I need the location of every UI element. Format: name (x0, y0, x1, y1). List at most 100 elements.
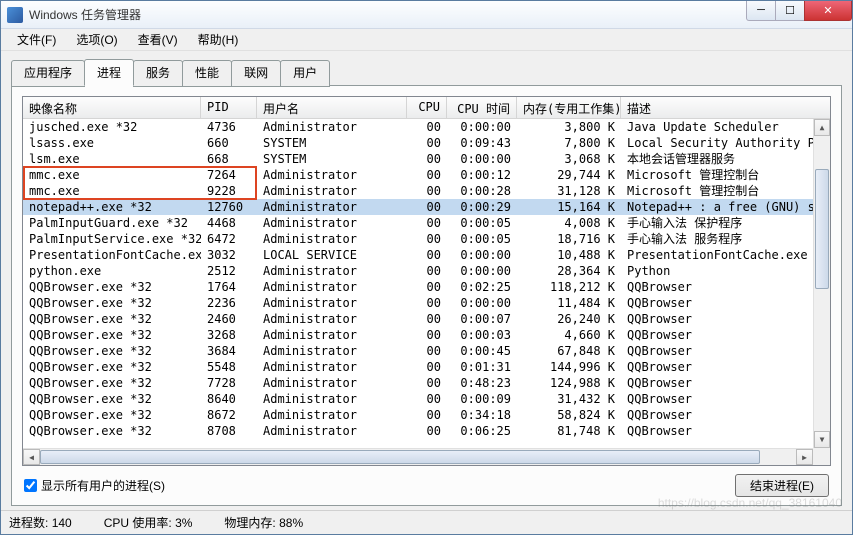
tab-services[interactable]: 服务 (133, 60, 183, 87)
cell: 手心输入法 服务程序 (621, 231, 830, 247)
cell: 4736 (201, 119, 257, 135)
show-all-users-checkbox[interactable]: 显示所有用户的进程(S) (24, 477, 165, 494)
scroll-track-horizontal[interactable] (40, 449, 796, 465)
cell: QQBrowser.exe *32 (23, 391, 201, 407)
cell: Administrator (257, 167, 407, 183)
col-description[interactable]: 描述 (621, 97, 830, 118)
col-memory[interactable]: 内存(专用工作集) (517, 97, 621, 118)
cell: 00 (407, 423, 447, 439)
menu-file[interactable]: 文件(F) (9, 29, 64, 50)
cell: Administrator (257, 279, 407, 295)
cell: 29,744 K (517, 167, 621, 183)
cell: QQBrowser.exe *32 (23, 311, 201, 327)
table-row[interactable]: QQBrowser.exe *328708Administrator000:06… (23, 423, 830, 439)
cell: 本地会话管理器服务 (621, 151, 830, 167)
col-image-name[interactable]: 映像名称 (23, 97, 201, 118)
table-row[interactable]: PresentationFontCache.exe3032LOCAL SERVI… (23, 247, 830, 263)
col-user[interactable]: 用户名 (257, 97, 407, 118)
table-row[interactable]: QQBrowser.exe *323268Administrator000:00… (23, 327, 830, 343)
cell: 00 (407, 327, 447, 343)
table-row[interactable]: python.exe2512Administrator000:00:0028,3… (23, 263, 830, 279)
content-area: 应用程序 进程 服务 性能 联网 用户 映像名称 PID 用户名 CPU CPU… (1, 51, 852, 510)
table-row[interactable]: QQBrowser.exe *323684Administrator000:00… (23, 343, 830, 359)
cell: 15,164 K (517, 199, 621, 215)
cell: python.exe (23, 263, 201, 279)
table-row[interactable]: QQBrowser.exe *328672Administrator000:34… (23, 407, 830, 423)
table-row[interactable]: lsass.exe660SYSTEM000:09:437,800 KLocal … (23, 135, 830, 151)
tab-processes[interactable]: 进程 (84, 59, 134, 86)
table-body[interactable]: jusched.exe *324736Administrator000:00:0… (23, 119, 830, 448)
cell: QQBrowser.exe *32 (23, 359, 201, 375)
cell: Notepad++ : a free (GNU) sou (621, 199, 830, 215)
cell: QQBrowser.exe *32 (23, 279, 201, 295)
cell: Administrator (257, 295, 407, 311)
table-row[interactable]: notepad++.exe *3212760Administrator000:0… (23, 199, 830, 215)
table-row[interactable]: mmc.exe9228Administrator000:00:2831,128 … (23, 183, 830, 199)
menu-help[interactable]: 帮助(H) (190, 29, 247, 50)
cell: 67,848 K (517, 343, 621, 359)
vertical-scrollbar[interactable]: ▲ ▼ (813, 119, 830, 448)
menu-view[interactable]: 查看(V) (130, 29, 186, 50)
table-row[interactable]: PalmInputGuard.exe *324468Administrator0… (23, 215, 830, 231)
cell: PalmInputGuard.exe *32 (23, 215, 201, 231)
cell: QQBrowser (621, 343, 830, 359)
table-row[interactable]: mmc.exe7264Administrator000:00:1229,744 … (23, 167, 830, 183)
table-row[interactable]: lsm.exe668SYSTEM000:00:003,068 K本地会话管理器服… (23, 151, 830, 167)
table-row[interactable]: QQBrowser.exe *322236Administrator000:00… (23, 295, 830, 311)
statusbar: 进程数: 140 CPU 使用率: 3% 物理内存: 88% (1, 510, 852, 534)
tab-applications[interactable]: 应用程序 (11, 60, 85, 87)
scroll-left-button[interactable]: ◀ (23, 449, 40, 465)
menu-options[interactable]: 选项(O) (68, 29, 125, 50)
cell: Administrator (257, 183, 407, 199)
cell: 00 (407, 343, 447, 359)
cell: 668 (201, 151, 257, 167)
cell: 00 (407, 119, 447, 135)
col-pid[interactable]: PID (201, 97, 257, 118)
table-row[interactable]: PalmInputService.exe *326472Administrato… (23, 231, 830, 247)
titlebar[interactable]: Windows 任务管理器 ─ ☐ ✕ (1, 1, 852, 29)
cell: QQBrowser (621, 279, 830, 295)
col-cpu-time[interactable]: CPU 时间 (447, 97, 517, 118)
table-row[interactable]: QQBrowser.exe *322460Administrator000:00… (23, 311, 830, 327)
taskmgr-window: Windows 任务管理器 ─ ☐ ✕ 文件(F) 选项(O) 查看(V) 帮助… (0, 0, 853, 535)
process-table: 映像名称 PID 用户名 CPU CPU 时间 内存(专用工作集) 描述 jus… (22, 96, 831, 466)
scroll-corner (813, 448, 830, 465)
table-row[interactable]: QQBrowser.exe *325548Administrator000:01… (23, 359, 830, 375)
scroll-down-button[interactable]: ▼ (814, 431, 830, 448)
cell: PresentationFontCache.exe (621, 247, 830, 263)
cell: Microsoft 管理控制台 (621, 167, 830, 183)
cell: 00 (407, 295, 447, 311)
tab-performance[interactable]: 性能 (182, 60, 232, 87)
table-row[interactable]: QQBrowser.exe *321764Administrator000:02… (23, 279, 830, 295)
scroll-thumb-horizontal[interactable] (40, 450, 760, 464)
cell: QQBrowser (621, 327, 830, 343)
cell: QQBrowser.exe *32 (23, 295, 201, 311)
cell: 0:00:05 (447, 215, 517, 231)
end-process-button[interactable]: 结束进程(E) (735, 474, 829, 497)
cell: 3,068 K (517, 151, 621, 167)
cell: 31,128 K (517, 183, 621, 199)
cell: LOCAL SERVICE (257, 247, 407, 263)
tab-networking[interactable]: 联网 (231, 60, 281, 87)
table-row[interactable]: QQBrowser.exe *328640Administrator000:00… (23, 391, 830, 407)
cell: PalmInputService.exe *32 (23, 231, 201, 247)
horizontal-scrollbar[interactable]: ◀ ▶ (23, 448, 813, 465)
show-all-users-input[interactable] (24, 479, 37, 492)
table-row[interactable]: QQBrowser.exe *327728Administrator000:48… (23, 375, 830, 391)
scroll-right-button[interactable]: ▶ (796, 449, 813, 465)
cell: Administrator (257, 423, 407, 439)
maximize-button[interactable]: ☐ (775, 1, 805, 21)
cell: 9228 (201, 183, 257, 199)
cell: Administrator (257, 359, 407, 375)
close-button[interactable]: ✕ (804, 1, 852, 21)
scroll-thumb-vertical[interactable] (815, 169, 829, 289)
status-cpu-usage: CPU 使用率: 3% (104, 514, 193, 531)
table-row[interactable]: jusched.exe *324736Administrator000:00:0… (23, 119, 830, 135)
col-cpu[interactable]: CPU (407, 97, 447, 118)
tab-users[interactable]: 用户 (280, 60, 330, 87)
cell: 00 (407, 183, 447, 199)
cell: Administrator (257, 391, 407, 407)
minimize-button[interactable]: ─ (746, 1, 776, 21)
scroll-up-button[interactable]: ▲ (814, 119, 830, 136)
cell: 0:02:25 (447, 279, 517, 295)
